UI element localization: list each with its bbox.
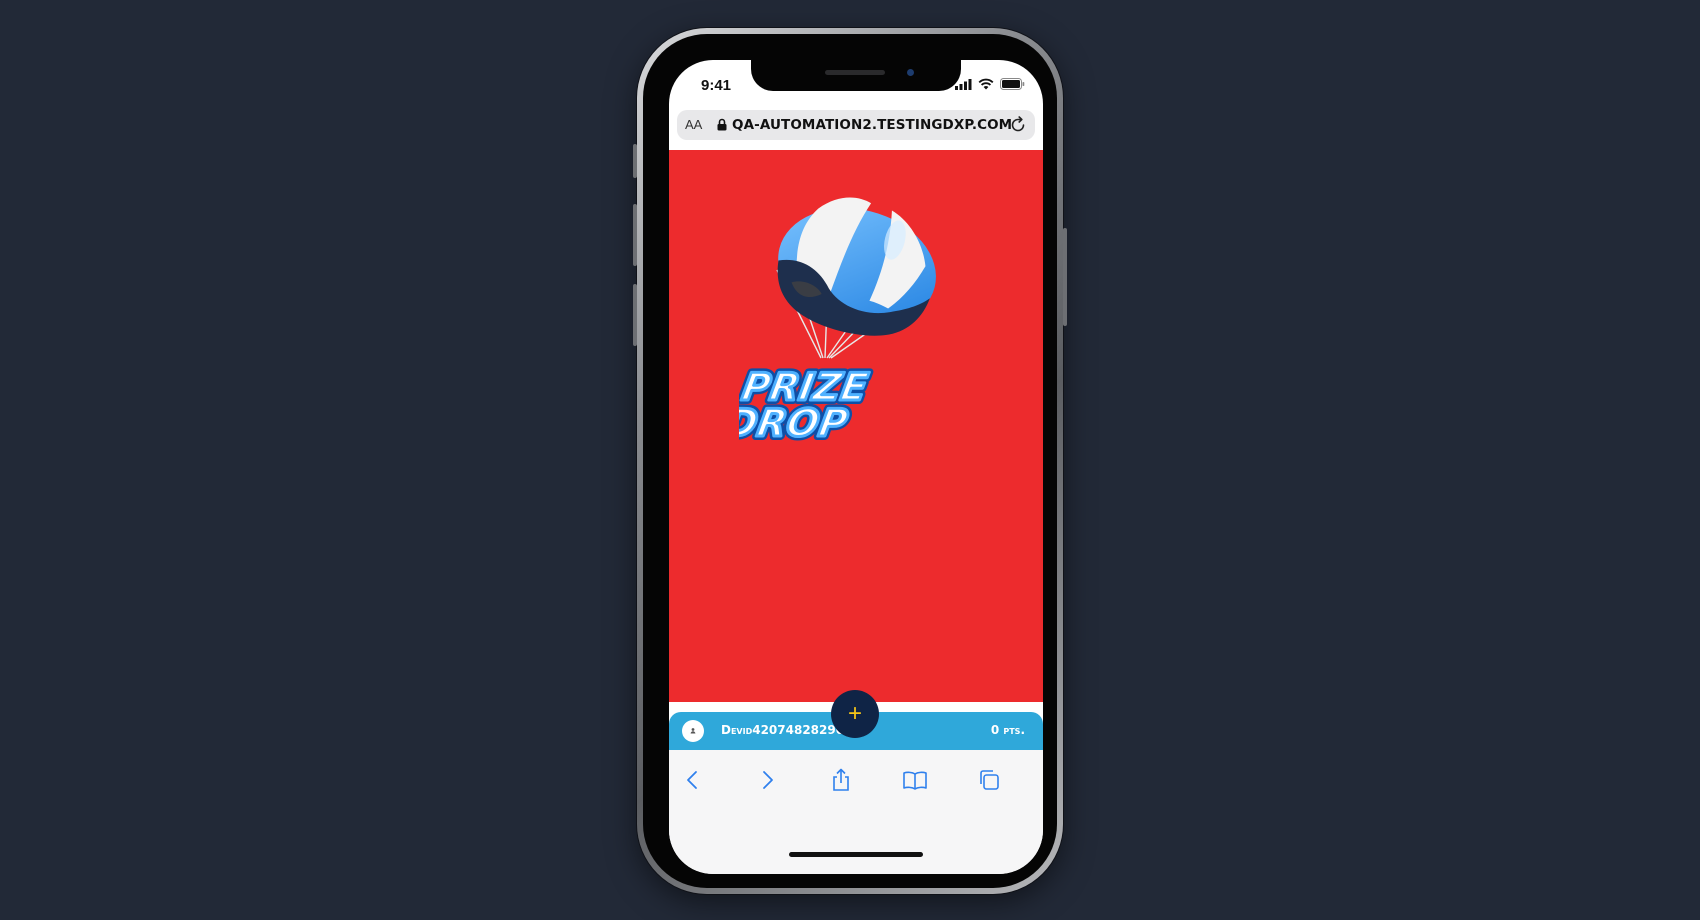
prize-drop-logo: PRIZE PRIZE DROP DROP [739,197,936,445]
reload-icon[interactable] [1009,116,1027,134]
logo-drop-text: DROP [739,401,851,445]
speaker-grille [825,70,885,75]
mute-switch [633,144,637,178]
avatar[interactable] [682,720,704,742]
user-icon [690,728,696,734]
username: Devid42074828290 [721,723,845,737]
tabs-icon [980,770,999,790]
bookmarks-icon [903,771,927,790]
text-size-button[interactable]: AA [685,117,702,132]
notch [751,60,961,91]
phone-frame: 9:41 AA QA-AUTOMATION2.TESTINGDXP.COM PR… [633,28,1067,894]
tabs-button[interactable] [973,764,1005,796]
battery-icon [1000,78,1025,90]
share-button[interactable] [825,764,857,796]
bookmarks-button[interactable] [899,764,931,796]
address-bar[interactable]: AA QA-AUTOMATION2.TESTINGDXP.COM [677,110,1035,140]
web-content: PRIZE PRIZE DROP DROP [669,150,1043,702]
phone-screen: 9:41 AA QA-AUTOMATION2.TESTINGDXP.COM PR… [669,60,1043,874]
volume-down-button [633,284,637,346]
lock-icon [717,118,727,131]
phone-bezel: 9:41 AA QA-AUTOMATION2.TESTINGDXP.COM PR… [643,34,1057,888]
back-button[interactable] [677,764,709,796]
wifi-icon [978,78,994,90]
front-camera [907,69,914,76]
add-button[interactable]: + [831,690,879,738]
status-time: 9:41 [701,77,732,94]
url-text[interactable]: QA-AUTOMATION2.TESTINGDXP.COM [732,117,1012,133]
forward-icon [763,771,773,789]
power-button [1063,228,1067,326]
status-icons [955,78,1025,90]
volume-up-button [633,204,637,266]
back-icon [687,771,697,789]
points-balance: 0 pts. [990,723,1025,737]
share-icon [833,768,849,791]
browser-toolbar [669,750,1043,874]
home-indicator[interactable] [789,852,923,857]
forward-button[interactable] [751,764,783,796]
